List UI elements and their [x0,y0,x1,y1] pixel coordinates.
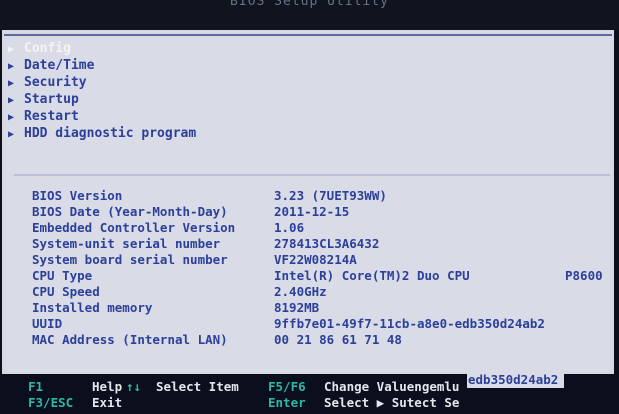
info-label: System-unit serial number [32,236,221,251]
triangle-right-icon: ▶ [8,61,15,72]
info-label: System board serial number [32,252,228,267]
info-row-ec-version: Embedded Controller Version 1.06 [32,220,545,236]
info-value: 8192MB [274,300,320,315]
menu-item-label: Startup [24,92,79,107]
key-f3-esc-desc: Exit [92,395,123,410]
menu-item-startup[interactable]: ▶ Startup [8,91,196,108]
menu-item-hdd-diagnostic[interactable]: ▶ HDD diagnostic program [8,125,196,142]
menu-item-security[interactable]: ▶ Security [8,74,196,91]
info-value: Intel(R) Core(TM)2 Duo CPU [274,268,470,283]
triangle-right-icon: ▶ [8,44,15,55]
key-enter-desc: Select ▶ Sutect Se [324,395,460,410]
menu-item-restart[interactable]: ▶ Restart [8,108,196,125]
info-row-mac-address: MAC Address (Internal LAN) 00 21 86 61 71… [32,332,545,348]
info-row-cpu-type: CPU Type Intel(R) Core(TM)2 Duo CPU P8600 [32,268,603,284]
info-row-cpu-speed: CPU Speed 2.40GHz [32,284,545,300]
key-f1: F1 [28,379,44,394]
triangle-right-icon: ▶ [8,129,15,140]
main-menu: ▶ Config ▶ Date/Time ▶ Security ▶ Startup ▶ R… [8,40,196,142]
info-row-bios-version: BIOS Version 3.23 (7UET93WW) [32,188,545,204]
info-row-bios-date: BIOS Date (Year-Month-Day) 2011-12-15 [32,204,545,220]
key-f1-desc: Help [92,379,123,394]
menu-item-date-time[interactable]: ▶ Date/Time [8,57,196,74]
menu-item-label: Security [24,75,87,90]
info-value: 2011-12-15 [274,204,350,219]
cpu-model: P8600 [565,268,603,283]
info-row-unit-serial: System-unit serial number 278413CL3A6432 [32,236,545,252]
info-value: 2.40GHz [274,284,327,299]
key-help-bar: edb350d24ab2 F1 Help ↑↓ Select Item F5/F… [0,372,619,414]
triangle-right-icon: ▶ [8,95,15,106]
info-row-memory: Installed memory 8192MB [32,300,545,316]
menu-item-label: Config [24,41,71,56]
key-f3-esc: F3/ESC [28,395,74,410]
key-f5-f6: F5/F6 [268,379,306,394]
info-label: CPU Type [32,268,93,283]
key-enter: Enter [268,395,306,410]
menu-item-label: HDD diagnostic program [24,126,197,141]
key-help-row-1: F1 Help ↑↓ Select Item F5/F6 Change Valu… [0,378,619,395]
info-label: UUID [32,316,63,331]
info-value: 1.06 [274,220,305,235]
system-info: BIOS Version 3.23 (7UET93WW) BIOS Date (Y… [32,188,603,348]
info-label: BIOS Version [32,188,123,203]
section-divider [14,174,610,176]
arrow-keys-icon: ↑↓ [126,379,142,394]
info-label: Installed memory [32,300,153,315]
menu-item-label: Restart [24,109,79,124]
info-label: MAC Address (Internal LAN) [32,332,228,347]
info-value: 278413CL3A6432 [274,236,380,251]
info-row-uuid: UUID 9ffb7e01-49f7-11cb-a8e0-edb350d24ab2 [32,316,545,332]
key-help-row-2: F3/ESC Exit Enter Select ▶ Sutect Se [0,394,619,411]
info-label: BIOS Date (Year-Month-Day) [32,204,228,219]
app-title: BIOS Setup Utility [230,0,389,9]
triangle-right-icon: ▶ [8,78,15,89]
triangle-right-icon: ▶ [8,112,15,123]
menu-item-config[interactable]: ▶ Config [8,40,196,57]
info-value: VF22W08214A [274,252,357,267]
info-value: 00 21 86 61 71 48 [274,332,402,347]
arrow-keys-desc: Select Item [156,379,239,394]
info-label: CPU Speed [32,284,100,299]
menu-item-label: Date/Time [24,58,95,73]
title-bar: BIOS Setup Utility [0,0,619,30]
key-f5-f6-desc: Change Valuengemlu [324,379,460,394]
info-row-board-serial: System board serial number VF22W08214A [32,252,545,268]
info-value: 9ffb7e01-49f7-11cb-a8e0-edb350d24ab2 [274,316,545,331]
info-value: 3.23 (7UET93WW) [274,188,387,203]
info-label: Embedded Controller Version [32,220,236,235]
